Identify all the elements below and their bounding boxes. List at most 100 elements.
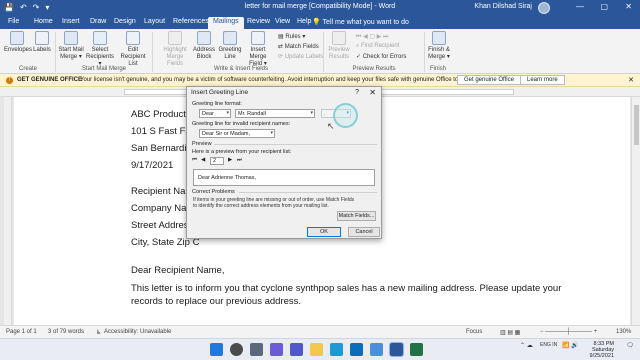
word-count[interactable]: 3 of 79 words: [48, 329, 84, 335]
rules-button[interactable]: ▤ Rules ▾: [278, 33, 305, 40]
restore-button[interactable]: ▢: [600, 2, 608, 11]
focus-mode[interactable]: Focus: [466, 329, 482, 335]
tab-references[interactable]: References: [173, 18, 209, 25]
find-recipient-button[interactable]: ⌕ Find Recipient: [356, 43, 399, 50]
labels-button[interactable]: Labels: [32, 31, 52, 54]
salutation-select[interactable]: Dear ▾: [199, 109, 231, 118]
tray-icons[interactable]: ⌃ ☁: [520, 342, 533, 349]
search-icon[interactable]: [230, 343, 243, 356]
close-icon[interactable]: ✕: [628, 76, 634, 84]
tab-layout[interactable]: Layout: [144, 18, 165, 25]
update-labels-button[interactable]: ⟳ Update Labels: [278, 53, 323, 60]
zoom-level[interactable]: 130%: [616, 329, 631, 335]
tab-home[interactable]: Home: [34, 18, 53, 25]
group-finish-label: Finish: [429, 66, 446, 72]
preview-results-button[interactable]: Preview Results: [326, 31, 352, 61]
match-fields-button[interactable]: Match Fields...: [337, 211, 376, 221]
zoom-slider[interactable]: − ─────┼───── +: [540, 329, 597, 335]
title-bar: 💾 ↶ ↷ ▾ letter for mail merge [Compatibi…: [0, 0, 640, 16]
word-icon[interactable]: [389, 342, 404, 357]
clock[interactable]: 8:33 PM Saturday 9/25/2021: [590, 341, 614, 359]
accessibility-status[interactable]: Accessibility: Unavailable: [104, 329, 171, 335]
chevron-down-icon: ▾: [310, 110, 313, 116]
greeting-line-button[interactable]: Greeting Line: [218, 31, 242, 61]
tab-design[interactable]: Design: [114, 18, 136, 25]
last-record-button[interactable]: ⏭: [237, 157, 242, 164]
insert-merge-field-button[interactable]: Insert Merge Field ▾: [244, 31, 272, 68]
tab-draw[interactable]: Draw: [90, 18, 106, 25]
vertical-ruler[interactable]: [4, 97, 12, 325]
notifications-icon[interactable]: 🗨: [626, 342, 634, 349]
language-indicator[interactable]: ENG IN: [540, 342, 557, 348]
tab-insert[interactable]: Insert: [62, 18, 80, 25]
preview-section-label: Preview: [192, 141, 212, 147]
task-view-icon[interactable]: [250, 343, 263, 356]
select-recipients-button[interactable]: Select Recipients ▾: [86, 31, 114, 68]
mouse-cursor-icon: ↖: [327, 121, 335, 131]
close-button[interactable]: ✕: [625, 2, 632, 11]
previous-record-button[interactable]: ◀: [201, 157, 205, 163]
vertical-scrollbar[interactable]: [631, 97, 640, 325]
view-icons[interactable]: ▥ ▤ ▦: [500, 329, 520, 336]
help-button[interactable]: ?: [355, 89, 359, 96]
check-for-errors-button[interactable]: ✓ Check for Errors: [356, 53, 406, 60]
merge-field-icon: [251, 31, 265, 45]
tell-me-search[interactable]: 💡 Tell me what you want to do: [312, 18, 409, 26]
mail-icon[interactable]: [370, 343, 383, 356]
ok-button[interactable]: OK: [307, 227, 341, 237]
chevron-down-icon: ▾: [270, 130, 273, 136]
next-record-button[interactable]: ▶: [228, 157, 232, 163]
page-indicator[interactable]: Page 1 of 1: [6, 329, 37, 335]
tab-help[interactable]: Help: [297, 18, 311, 25]
record-index-input[interactable]: 2: [210, 157, 224, 165]
finish-merge-icon: [432, 31, 446, 45]
taskbar: ⌃ ☁ ENG IN 📶 🔊 8:33 PM Saturday 9/25/202…: [0, 338, 640, 360]
start-icon[interactable]: [210, 343, 223, 356]
doc-line: 9/17/2021: [131, 160, 174, 171]
check-errors-icon: ✓: [356, 54, 363, 60]
dialog-close-button[interactable]: ✕: [369, 88, 376, 97]
avatar[interactable]: [538, 2, 550, 14]
group-separator: [323, 32, 324, 72]
get-genuine-office-button[interactable]: Get genuine Office: [457, 75, 521, 85]
network-volume-icons[interactable]: 📶 🔊: [562, 342, 579, 349]
start-mail-merge-button[interactable]: Start Mail Merge ▾: [58, 31, 84, 61]
finish-merge-button[interactable]: Finish & Merge ▾: [428, 31, 450, 61]
update-labels-icon: ⟳: [278, 54, 285, 60]
highlight-merge-fields-button[interactable]: Highlight Merge Fields: [160, 31, 190, 68]
store-icon[interactable]: [350, 343, 363, 356]
widgets-icon[interactable]: [270, 343, 283, 356]
match-fields-button[interactable]: ⇄ Match Fields: [278, 43, 319, 50]
group-separator: [424, 32, 425, 72]
group-preview-label: Preview Results: [352, 66, 396, 72]
tab-review[interactable]: Review: [247, 18, 270, 25]
edge-icon[interactable]: [330, 343, 343, 356]
file-explorer-icon[interactable]: [310, 343, 323, 356]
tab-mailings[interactable]: Mailings: [208, 17, 244, 29]
highlight-icon: [168, 31, 182, 45]
doc-body-line: records to replace our previous address.: [131, 296, 302, 307]
labels-icon: [35, 31, 49, 45]
warning-icon: !: [6, 77, 13, 84]
cancel-button[interactable]: Cancel: [348, 227, 380, 237]
group-separator: [152, 32, 153, 72]
chevron-down-icon: ▾: [226, 110, 229, 116]
edit-list-icon: [126, 31, 140, 45]
address-block-button[interactable]: Address Block: [192, 31, 216, 61]
invalid-names-label: Greeting line for invalid recipient name…: [192, 121, 291, 127]
teams-icon[interactable]: [290, 343, 303, 356]
invalid-greeting-select[interactable]: Dear Sir or Madam, ▾: [199, 129, 275, 138]
minimize-button[interactable]: —: [576, 2, 584, 11]
learn-more-button[interactable]: Learn more: [520, 75, 565, 85]
ribbon-tabs: File Home Insert Draw Design Layout Refe…: [0, 16, 640, 29]
preview-nav[interactable]: ⏮ ◀ ▢ ▶ ⏭: [356, 33, 388, 41]
name-format-select[interactable]: Mr. Randall ▾: [235, 109, 315, 118]
user-name[interactable]: Khan Dilshad Siraj: [474, 3, 532, 10]
tab-view[interactable]: View: [275, 18, 290, 25]
tab-file[interactable]: File: [8, 18, 19, 25]
edit-recipient-list-button[interactable]: Edit Recipient List: [116, 31, 150, 68]
greeting-preview-box: Dear Adrienne Thomas,: [193, 169, 375, 186]
first-record-button[interactable]: ⏮: [192, 157, 197, 164]
excel-icon[interactable]: [410, 343, 423, 356]
envelopes-button[interactable]: Envelopes: [4, 31, 32, 54]
